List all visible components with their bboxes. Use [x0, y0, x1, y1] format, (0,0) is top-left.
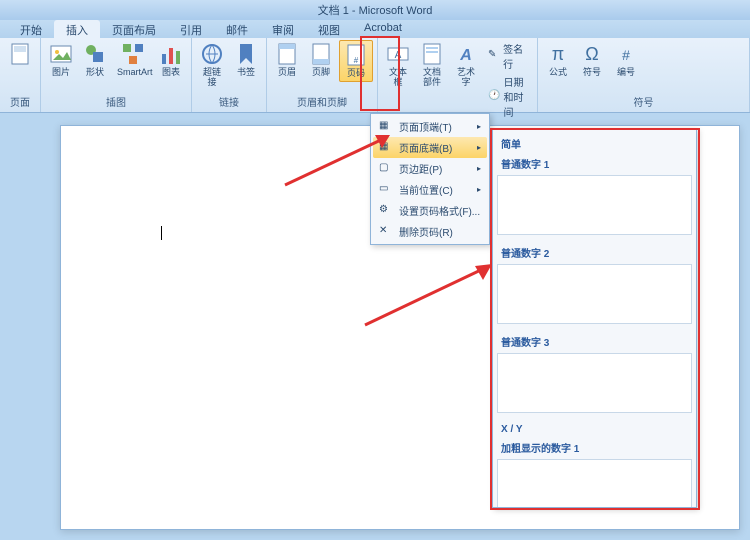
chart-button[interactable]: 图表: [155, 40, 187, 80]
gallery-item-label: 普通数字 2: [497, 243, 692, 262]
clock-icon: 🕐: [488, 90, 500, 104]
signature-icon: ✎: [488, 49, 500, 63]
shapes-icon: [83, 42, 107, 66]
gallery-preview-3[interactable]: [497, 353, 692, 413]
chart-icon: [159, 42, 183, 66]
picture-icon: [49, 42, 73, 66]
tab-review[interactable]: 审阅: [260, 20, 306, 38]
menu-item-margin[interactable]: ▢ 页边距(P) ▸: [373, 158, 487, 179]
cover-page-button[interactable]: [4, 40, 36, 70]
wordart-icon: A: [454, 42, 478, 66]
gallery-section-simple: 简单: [497, 133, 692, 154]
menu-item-remove[interactable]: ✕ 删除页码(R): [373, 221, 487, 242]
group-label-illustrations: 插图: [45, 93, 187, 110]
svg-text:#: #: [354, 56, 359, 65]
svg-text:#: #: [622, 47, 630, 63]
ribbon-group-symbols: π 公式 Ω 符号 # 编号 符号: [538, 38, 750, 112]
header-icon: [275, 42, 299, 66]
wordart-button[interactable]: A 艺术字: [450, 40, 482, 90]
cover-page-icon: [8, 42, 32, 66]
tab-view[interactable]: 视图: [306, 20, 352, 38]
footer-icon: [309, 42, 333, 66]
textbox-button[interactable]: A 文本框: [382, 40, 414, 90]
page-top-icon: ▦: [379, 120, 393, 134]
tab-page-layout[interactable]: 页面布局: [100, 20, 168, 38]
remove-icon: ✕: [379, 225, 393, 239]
gallery-preview-4[interactable]: ..: [497, 459, 692, 508]
group-label-symbols: 符号: [542, 93, 745, 110]
page-number-button[interactable]: # 页码: [339, 40, 373, 82]
equation-icon: π: [546, 42, 570, 66]
tab-home[interactable]: 开始: [8, 20, 54, 38]
format-icon: ⚙: [379, 204, 393, 218]
page-margin-icon: ▢: [379, 162, 393, 176]
symbol-icon: Ω: [580, 42, 604, 66]
menu-item-current[interactable]: ▭ 当前位置(C) ▸: [373, 179, 487, 200]
page-current-icon: ▭: [379, 183, 393, 197]
ribbon-group-header-footer: 页眉 页脚 # 页码 页眉和页脚: [267, 38, 378, 112]
header-button[interactable]: 页眉: [271, 40, 303, 80]
gallery-item-label: 加粗显示的数字 1: [497, 438, 692, 457]
gallery-preview-2[interactable]: [497, 264, 692, 324]
textbox-icon: A: [386, 42, 410, 66]
ribbon-group-pages: 页面: [0, 38, 41, 112]
gallery-item-label: 普通数字 1: [497, 154, 692, 173]
bookmark-icon: [234, 42, 258, 66]
page-number-icon: #: [344, 43, 368, 67]
bookmark-button[interactable]: 书签: [230, 40, 262, 80]
picture-button[interactable]: 图片: [45, 40, 77, 80]
gallery-section-xy: X / Y: [497, 421, 692, 438]
signature-button[interactable]: ✎签名行: [484, 40, 533, 72]
menu-item-bottom[interactable]: ▦ 页面底端(B) ▸: [373, 137, 487, 158]
window-title: 文档 1 - Microsoft Word: [318, 2, 433, 18]
submenu-arrow-icon: ▸: [477, 122, 481, 131]
submenu-arrow-icon: ▸: [477, 143, 481, 152]
ribbon-group-links: 超链接 书签 链接: [192, 38, 267, 112]
ribbon-group-text: A 文本框 文档部件 A 艺术字 ✎签名行 🕐日期和时间 ▭对象 文本: [378, 38, 538, 112]
svg-text:π: π: [552, 44, 564, 64]
footer-button[interactable]: 页脚: [305, 40, 337, 80]
number-button[interactable]: # 编号: [610, 40, 642, 80]
tab-mailings[interactable]: 邮件: [214, 20, 260, 38]
tab-references[interactable]: 引用: [168, 20, 214, 38]
svg-text:A: A: [395, 50, 402, 61]
submenu-arrow-icon: ▸: [477, 185, 481, 194]
submenu-arrow-icon: ▸: [477, 164, 481, 173]
tab-insert[interactable]: 插入: [54, 20, 100, 38]
ribbon-tabs: 开始 插入 页面布局 引用 邮件 审阅 视图 Acrobat: [0, 20, 750, 38]
menu-item-format[interactable]: ⚙ 设置页码格式(F)...: [373, 200, 487, 221]
page-number-dropdown: ▦ 页面顶端(T) ▸ ▦ 页面底端(B) ▸ ▢ 页边距(P) ▸ ▭ 当前位…: [370, 113, 490, 245]
svg-text:Ω: Ω: [585, 44, 598, 64]
tab-acrobat[interactable]: Acrobat: [352, 20, 414, 38]
ribbon-group-illustrations: 图片 形状 SmartArt 图表 插图: [41, 38, 192, 112]
group-label-links: 链接: [196, 93, 262, 110]
date-time-button[interactable]: 🕐日期和时间: [484, 73, 533, 120]
ribbon: 页面 图片 形状 SmartArt 图表 插图: [0, 38, 750, 113]
text-cursor: [161, 226, 169, 240]
gallery-preview-1[interactable]: [497, 175, 692, 235]
smartart-button[interactable]: SmartArt: [113, 40, 153, 80]
hyperlink-icon: [200, 42, 224, 66]
menu-item-top[interactable]: ▦ 页面顶端(T) ▸: [373, 116, 487, 137]
smartart-icon: [121, 42, 145, 66]
shapes-button[interactable]: 形状: [79, 40, 111, 80]
gallery-item-label: 普通数字 3: [497, 332, 692, 351]
page-bottom-icon: ▦: [379, 141, 393, 155]
hyperlink-button[interactable]: 超链接: [196, 40, 228, 90]
equation-button[interactable]: π 公式: [542, 40, 574, 80]
title-bar: 文档 1 - Microsoft Word: [0, 0, 750, 20]
number-icon: #: [614, 42, 638, 66]
symbol-button[interactable]: Ω 符号: [576, 40, 608, 80]
group-label-pages: 页面: [4, 93, 36, 110]
quick-parts-button[interactable]: 文档部件: [416, 40, 448, 90]
quick-parts-icon: [420, 42, 444, 66]
svg-text:A: A: [459, 47, 472, 64]
group-label-header-footer: 页眉和页脚: [271, 93, 373, 110]
page-number-gallery[interactable]: 简单 普通数字 1 普通数字 2 普通数字 3 X / Y 加粗显示的数字 1 …: [492, 128, 697, 508]
